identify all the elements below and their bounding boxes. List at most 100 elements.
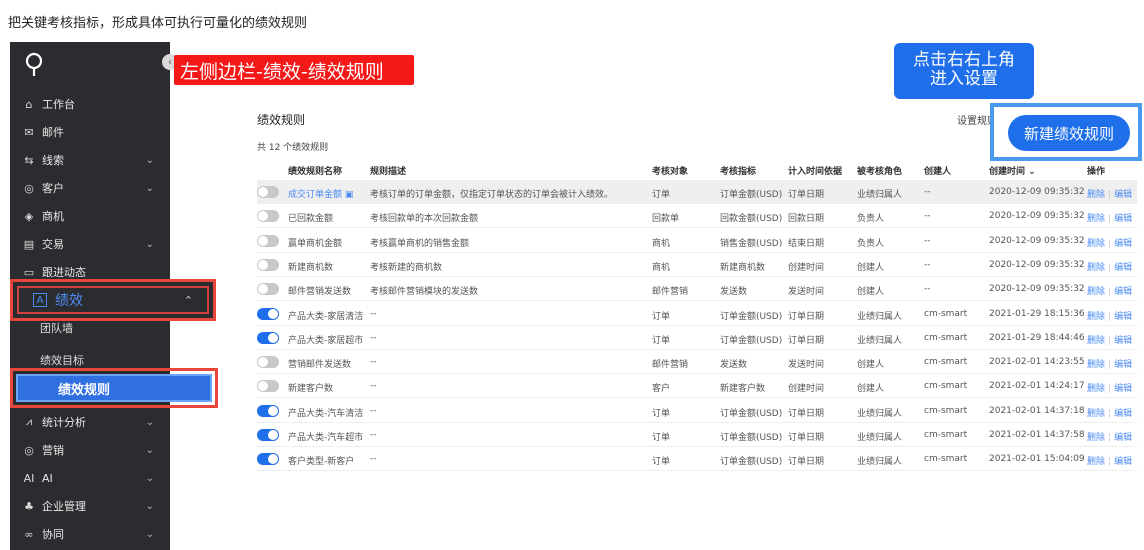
edit-link[interactable]: 编辑 bbox=[1114, 409, 1132, 419]
followup-icon: ▭ bbox=[23, 265, 35, 279]
cell-metric: 订单金额(USD) bbox=[720, 457, 783, 468]
delete-link[interactable]: 删除 bbox=[1087, 433, 1105, 443]
delete-link[interactable]: 删除 bbox=[1087, 336, 1105, 346]
cell-name: 产品大类-家居超市 bbox=[288, 335, 364, 346]
delete-link[interactable]: 删除 bbox=[1087, 384, 1105, 394]
cell-metric: 订单金额(USD) bbox=[720, 311, 783, 322]
edit-link[interactable]: 编辑 bbox=[1114, 360, 1132, 370]
status-toggle[interactable] bbox=[257, 331, 279, 344]
sidebar-item-label: 跟进动态 bbox=[42, 266, 86, 279]
edit-link[interactable]: 编辑 bbox=[1114, 263, 1132, 273]
sidebar-item[interactable]: ⌂ 工作台 bbox=[10, 90, 170, 118]
cell-metric: 发送数 bbox=[720, 287, 748, 298]
annotation-right: 点击右右上角 进入设置 bbox=[894, 43, 1034, 99]
delete-link[interactable]: 删除 bbox=[1087, 214, 1105, 224]
delete-link[interactable]: 删除 bbox=[1087, 312, 1105, 322]
column-header: 被考核角色 bbox=[857, 167, 903, 177]
status-toggle[interactable] bbox=[257, 404, 279, 417]
divider: | bbox=[1108, 238, 1112, 249]
cell-role: 业绩归属人 bbox=[857, 433, 903, 443]
status-toggle[interactable] bbox=[257, 186, 279, 198]
chart-icon: ⩘ bbox=[25, 415, 33, 428]
opportunity-icon: ◈ bbox=[24, 209, 34, 223]
sidebar-item-performance[interactable]: A 绩效 ⌃ bbox=[10, 279, 216, 321]
column-header: 规则描述 bbox=[370, 167, 407, 177]
sidebar-item-label: 商机 bbox=[42, 210, 64, 223]
row-actions: 删除 | 编辑 bbox=[1087, 211, 1132, 224]
delete-link[interactable]: 删除 bbox=[1087, 190, 1105, 200]
delete-link[interactable]: 删除 bbox=[1087, 263, 1105, 273]
edit-link[interactable]: 编辑 bbox=[1114, 336, 1132, 346]
cell-basis: 订单日期 bbox=[788, 433, 825, 443]
cell-time: 2021-01-29 18:44:46 bbox=[989, 332, 1085, 343]
sidebar-item-performance-rules[interactable]: 绩效规则 bbox=[10, 368, 218, 408]
sidebar-item-label: 绩效规则 bbox=[16, 374, 212, 402]
cell-desc: 考核赢单商机的销售金额 bbox=[370, 238, 470, 249]
table-row: 产品大类-汽车清洁 -- 订单 订单金额(USD) 订单日期 业绩归属人 cm-smart 2… bbox=[257, 399, 1137, 423]
edit-link[interactable]: 编辑 bbox=[1114, 433, 1132, 443]
cell-desc: 考核邮件营销模块的发送数 bbox=[370, 287, 479, 298]
sidebar-item[interactable]: ◈ 商机 bbox=[10, 202, 170, 230]
row-actions: 删除 | 编辑 bbox=[1087, 187, 1132, 200]
sidebar-item[interactable]: ♣ 企业管理 ⌄ bbox=[10, 492, 170, 520]
toggle-knob bbox=[268, 430, 278, 440]
sidebar-item-label: 企业管理 bbox=[42, 500, 86, 513]
table-row: 营销邮件发送数 -- 邮件营销 发送数 发送时间 创建人 cm-smart 2021-02-0… bbox=[257, 350, 1137, 375]
status-toggle[interactable] bbox=[257, 356, 279, 369]
sidebar-item-label: 统计分析 bbox=[42, 416, 86, 429]
delete-link[interactable]: 删除 bbox=[1087, 360, 1105, 370]
cell-desc: -- bbox=[370, 381, 377, 392]
cell-time: 2020-12-09 09:35:32 bbox=[989, 211, 1085, 222]
deal-icon: ▤ bbox=[23, 237, 35, 251]
sidebar-item[interactable]: AI AI ⌄ bbox=[10, 464, 170, 492]
enterprise-icon: ♣ bbox=[24, 499, 34, 513]
sidebar-item[interactable]: ∞ 协同 ⌄ bbox=[10, 520, 170, 548]
table-row: 已回款金额 考核回款单的本次回款金额 回款单 回款金额(USD) 回款日期 负责人 -- 20… bbox=[257, 204, 1137, 229]
annotation-line: 进入设置 bbox=[930, 69, 998, 89]
status-toggle[interactable] bbox=[257, 283, 279, 296]
edit-link[interactable]: 编辑 bbox=[1114, 457, 1132, 467]
status-toggle[interactable] bbox=[257, 429, 279, 441]
column-header[interactable]: 创建时间 ⌄ bbox=[989, 164, 1036, 177]
toggle-knob bbox=[268, 308, 278, 319]
status-toggle[interactable] bbox=[257, 380, 279, 393]
cell-basis: 订单日期 bbox=[788, 457, 825, 468]
sidebar-item[interactable]: ⩘ 统计分析 ⌄ bbox=[10, 408, 170, 436]
status-toggle[interactable] bbox=[257, 453, 279, 466]
cell-name: 客户类型-新客户 bbox=[288, 457, 355, 468]
cell-name[interactable]: 成交订单金额 ▣ bbox=[288, 187, 353, 200]
edit-link[interactable]: 编辑 bbox=[1114, 312, 1132, 322]
cell-name: 已回款金额 bbox=[288, 214, 334, 225]
cell-creator: -- bbox=[924, 235, 931, 246]
sidebar-item[interactable]: ⇆ 线索 ⌄ bbox=[10, 146, 170, 174]
chevron-down-icon: ⌄ bbox=[145, 182, 154, 194]
edit-link[interactable]: 编辑 bbox=[1114, 190, 1132, 200]
table-row: 赢单商机金额 考核赢单商机的销售金额 商机 销售金额(USD) 结束日期 负责人 -- 202… bbox=[257, 229, 1137, 253]
delete-link[interactable]: 删除 bbox=[1087, 457, 1105, 467]
status-toggle[interactable] bbox=[257, 234, 279, 247]
cell-creator: cm-smart bbox=[924, 332, 968, 343]
logo-icon bbox=[25, 52, 43, 76]
cell-object: 订单 bbox=[652, 190, 671, 200]
sidebar-item[interactable]: ◎ 营销 ⌄ bbox=[10, 436, 170, 464]
sidebar-item[interactable]: ▤ 交易 ⌄ bbox=[10, 230, 170, 258]
chevron-down-icon: ⌄ bbox=[145, 416, 154, 428]
edit-link[interactable]: 编辑 bbox=[1114, 384, 1132, 394]
edit-link[interactable]: 编辑 bbox=[1114, 287, 1132, 297]
status-toggle[interactable] bbox=[257, 307, 279, 320]
chevron-up-icon: ⌃ bbox=[183, 293, 193, 307]
delete-link[interactable]: 删除 bbox=[1087, 409, 1105, 419]
cell-name: 营销邮件发送数 bbox=[288, 360, 352, 371]
sidebar-item[interactable]: ◎ 客户 ⌄ bbox=[10, 174, 170, 202]
sidebar-item[interactable]: ✉ 邮件 bbox=[10, 118, 170, 146]
new-rule-button[interactable]: 新建绩效规则 bbox=[1008, 115, 1130, 151]
edit-link[interactable]: 编辑 bbox=[1114, 214, 1132, 224]
delete-link[interactable]: 删除 bbox=[1087, 287, 1105, 297]
status-toggle[interactable] bbox=[257, 258, 279, 271]
edit-link[interactable]: 编辑 bbox=[1114, 239, 1132, 249]
delete-link[interactable]: 删除 bbox=[1087, 239, 1105, 249]
cell-basis: 发送时间 bbox=[788, 360, 825, 371]
cell-metric: 订单金额(USD) bbox=[720, 190, 783, 200]
status-toggle[interactable] bbox=[257, 210, 279, 223]
cell-time: 2021-02-01 15:04:09 bbox=[989, 454, 1085, 465]
